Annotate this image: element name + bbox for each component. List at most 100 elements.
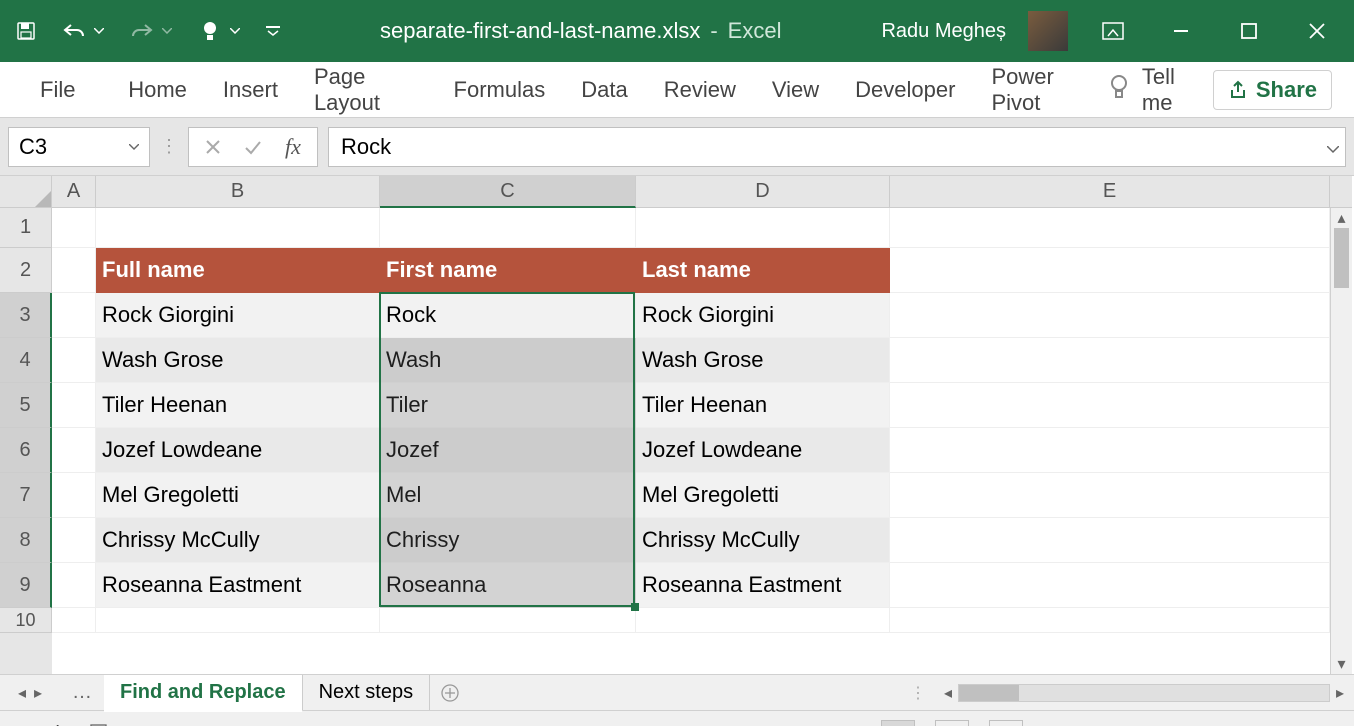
cell[interactable]: Mel Gregoletti (636, 473, 890, 518)
zoom-in-button[interactable]: + (1247, 722, 1272, 726)
row-header-5[interactable]: 5 (0, 383, 52, 428)
cell[interactable] (52, 473, 96, 518)
cell[interactable] (636, 208, 890, 248)
row-header-6[interactable]: 6 (0, 428, 52, 473)
cell[interactable]: Last name (636, 248, 890, 293)
maximize-button[interactable] (1226, 11, 1272, 51)
user-avatar[interactable] (1028, 11, 1068, 51)
row-header-8[interactable]: 8 (0, 518, 52, 563)
page-layout-view-button[interactable] (935, 720, 969, 726)
zoom-out-button[interactable]: − (1043, 722, 1068, 726)
row-header-1[interactable]: 1 (0, 208, 52, 248)
row-header-7[interactable]: 7 (0, 473, 52, 518)
cell[interactable]: Jozef Lowdeane (96, 428, 380, 473)
sheet-tab-next-steps[interactable]: Next steps (303, 675, 430, 710)
ideas-button[interactable] (198, 19, 222, 43)
row-header-4[interactable]: 4 (0, 338, 52, 383)
cell[interactable] (52, 428, 96, 473)
save-button[interactable] (14, 19, 38, 43)
row-header-10[interactable]: 10 (0, 608, 52, 633)
cell[interactable]: Roseanna Eastment (636, 563, 890, 608)
tellme-icon[interactable] (1108, 73, 1130, 106)
column-header-D[interactable]: D (636, 176, 890, 208)
undo-button[interactable] (62, 19, 86, 43)
row-header-2[interactable]: 2 (0, 248, 52, 293)
cell[interactable] (890, 208, 1330, 248)
cell[interactable]: Mel Gregoletti (96, 473, 380, 518)
cell[interactable]: Tiler Heenan (96, 383, 380, 428)
cell[interactable] (890, 383, 1330, 428)
cell[interactable]: Jozef Lowdeane (636, 428, 890, 473)
macro-record-icon[interactable] (90, 722, 112, 726)
cell[interactable] (52, 563, 96, 608)
ideas-dropdown[interactable] (228, 19, 242, 43)
sheet-list-button[interactable]: … (60, 681, 104, 704)
row-header-3[interactable]: 3 (0, 293, 52, 338)
scroll-down-button[interactable]: ▾ (1331, 654, 1352, 674)
row-header-9[interactable]: 9 (0, 563, 52, 608)
tab-file[interactable]: File (22, 77, 93, 103)
cell[interactable] (52, 208, 96, 248)
vertical-scroll-thumb[interactable] (1334, 228, 1349, 288)
column-header-C[interactable]: C (380, 176, 636, 208)
cell[interactable]: Tiler Heenan (636, 383, 890, 428)
cell[interactable]: Chrissy (380, 518, 636, 563)
tab-insert[interactable]: Insert (205, 77, 296, 103)
cell[interactable]: Full name (96, 248, 380, 293)
minimize-button[interactable] (1158, 11, 1204, 51)
cell[interactable] (890, 293, 1330, 338)
tab-formulas[interactable]: Formulas (436, 77, 564, 103)
cell[interactable] (52, 383, 96, 428)
page-break-view-button[interactable] (989, 720, 1023, 726)
cell[interactable] (890, 608, 1330, 633)
tab-data[interactable]: Data (563, 77, 645, 103)
next-sheet-button[interactable]: ▸ (34, 683, 42, 703)
cell[interactable] (96, 208, 380, 248)
vertical-scrollbar[interactable]: ▴ ▾ (1330, 208, 1352, 674)
select-all-corner[interactable] (0, 176, 52, 208)
prev-sheet-button[interactable]: ◂ (18, 683, 26, 703)
ribbon-display-options[interactable] (1090, 11, 1136, 51)
insert-function-button[interactable]: fx (273, 127, 313, 167)
tellme-button[interactable]: Tell me (1142, 64, 1195, 116)
column-header-B[interactable]: B (96, 176, 380, 208)
cell[interactable]: Wash (380, 338, 636, 383)
fill-handle[interactable] (631, 603, 639, 611)
tab-split-handle[interactable]: ⋮ (902, 683, 934, 703)
cell[interactable] (890, 473, 1330, 518)
cell[interactable]: Chrissy McCully (96, 518, 380, 563)
cell[interactable] (96, 608, 380, 633)
cell[interactable]: Wash Grose (636, 338, 890, 383)
close-button[interactable] (1294, 11, 1340, 51)
cell[interactable] (52, 293, 96, 338)
horizontal-scroll-thumb[interactable] (959, 685, 1019, 701)
cell[interactable] (52, 248, 96, 293)
cell[interactable] (636, 608, 890, 633)
add-sheet-button[interactable] (430, 684, 470, 702)
tab-view[interactable]: View (754, 77, 837, 103)
column-header-A[interactable]: A (52, 176, 96, 208)
cell[interactable] (890, 428, 1330, 473)
cell[interactable]: Roseanna Eastment (96, 563, 380, 608)
cell[interactable]: Jozef (380, 428, 636, 473)
tab-review[interactable]: Review (646, 77, 754, 103)
redo-button[interactable] (130, 19, 154, 43)
name-box-resize[interactable]: ⋮ (160, 136, 178, 157)
cell[interactable]: Roseanna (380, 563, 636, 608)
formula-expand-icon[interactable] (1327, 134, 1339, 160)
cell[interactable] (890, 338, 1330, 383)
cell[interactable] (380, 208, 636, 248)
redo-dropdown[interactable] (160, 19, 174, 43)
scroll-left-button[interactable]: ◂ (944, 683, 952, 703)
cell[interactable]: Rock (380, 293, 636, 338)
normal-view-button[interactable] (881, 720, 915, 726)
tab-home[interactable]: Home (110, 77, 205, 103)
cell[interactable]: Chrissy McCully (636, 518, 890, 563)
sheet-tab-find-and-replace[interactable]: Find and Replace (104, 675, 303, 712)
share-button[interactable]: Share (1213, 70, 1332, 110)
cell[interactable]: First name (380, 248, 636, 293)
cell[interactable] (890, 248, 1330, 293)
tab-page-layout[interactable]: Page Layout (296, 64, 436, 116)
cell[interactable] (52, 608, 96, 633)
cell[interactable] (890, 563, 1330, 608)
